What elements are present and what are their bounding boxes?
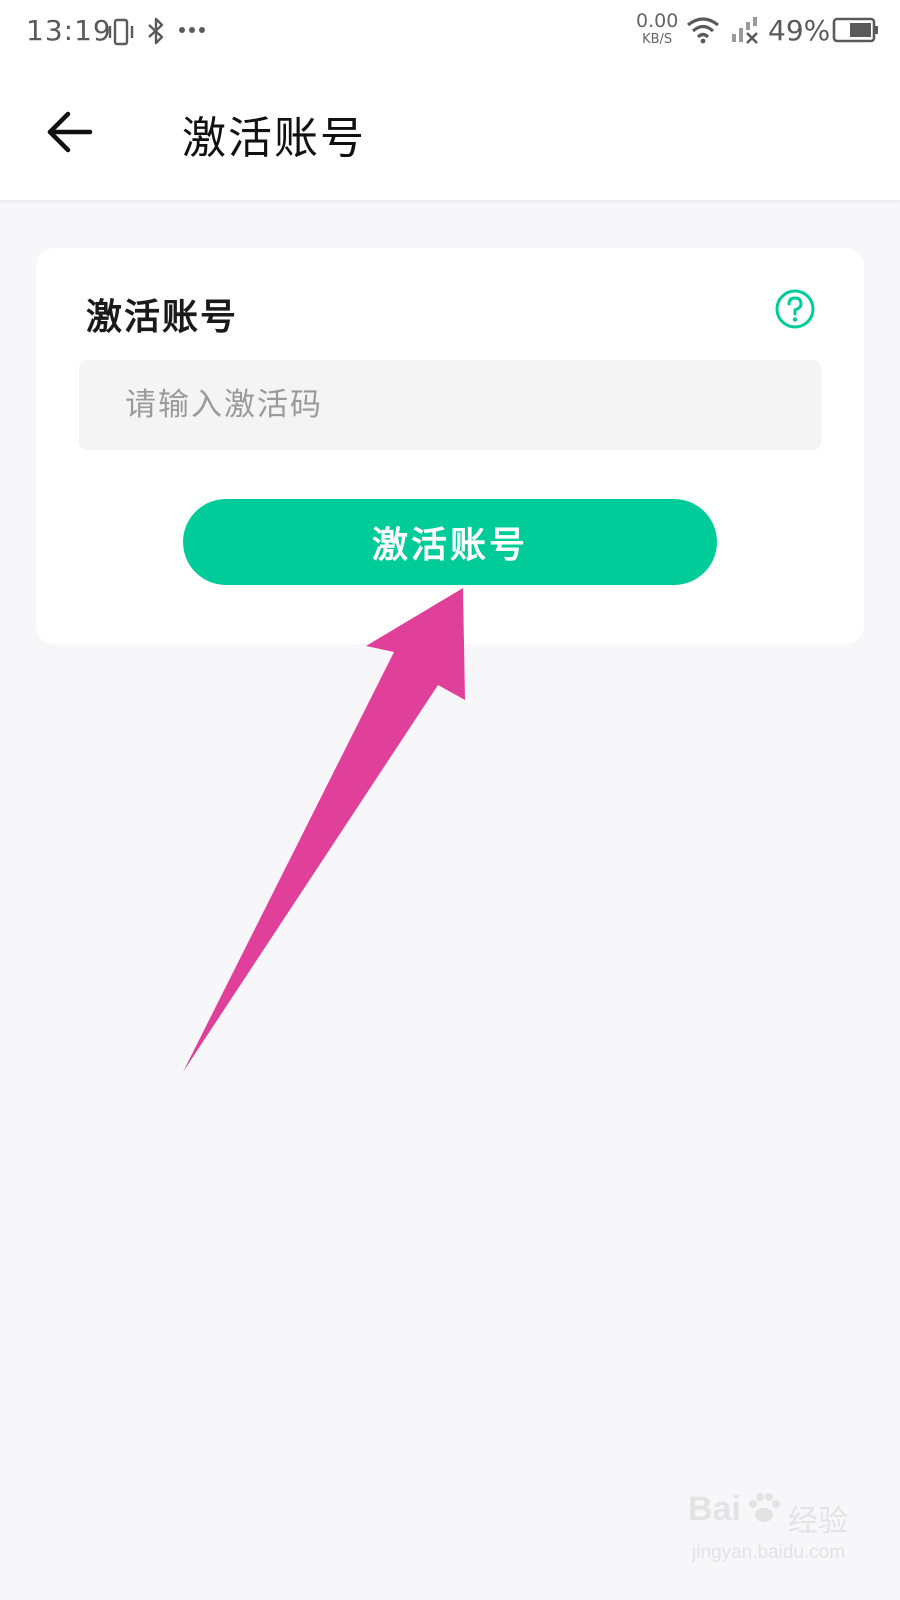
baidu-jingyan-watermark: Bai 经验 jingyan.baidu.com bbox=[688, 1490, 868, 1580]
question-circle-icon bbox=[775, 289, 815, 329]
page-title: 激活账号 bbox=[182, 113, 366, 164]
signal-icon bbox=[732, 17, 758, 44]
activation-code-input[interactable] bbox=[79, 360, 821, 450]
card-title: 激活账号 bbox=[86, 296, 239, 338]
status-bar: 13:19 0.00 KB/S 49% bbox=[0, 0, 900, 64]
wifi-icon bbox=[687, 17, 719, 44]
status-time: 13:19 bbox=[26, 14, 112, 47]
watermark-url: jingyan.baidu.com bbox=[692, 1542, 846, 1563]
network-speed-value: 0.00 bbox=[636, 10, 679, 32]
activation-card: 激活账号 激活账号 bbox=[36, 248, 864, 644]
network-speed: 0.00 KB/S bbox=[636, 10, 679, 47]
arrow-left-icon bbox=[47, 111, 93, 153]
vibrate-icon bbox=[108, 18, 134, 46]
activate-account-button[interactable]: 激活账号 bbox=[183, 499, 717, 585]
back-button[interactable] bbox=[42, 104, 98, 160]
paw-icon bbox=[749, 1493, 780, 1522]
annotation-arrow-shape bbox=[183, 588, 465, 1072]
network-speed-unit: KB/S bbox=[642, 32, 673, 47]
watermark-logo: Bai bbox=[688, 1490, 741, 1528]
battery-percent: 49% bbox=[768, 14, 831, 47]
battery-icon bbox=[832, 17, 878, 43]
more-icon bbox=[179, 27, 205, 33]
watermark-brand: 经验 bbox=[788, 1504, 848, 1539]
annotation-arrow bbox=[183, 588, 465, 1072]
bluetooth-icon bbox=[148, 17, 164, 45]
app-bar: 激活账号 bbox=[0, 64, 900, 200]
help-button[interactable] bbox=[774, 288, 816, 330]
